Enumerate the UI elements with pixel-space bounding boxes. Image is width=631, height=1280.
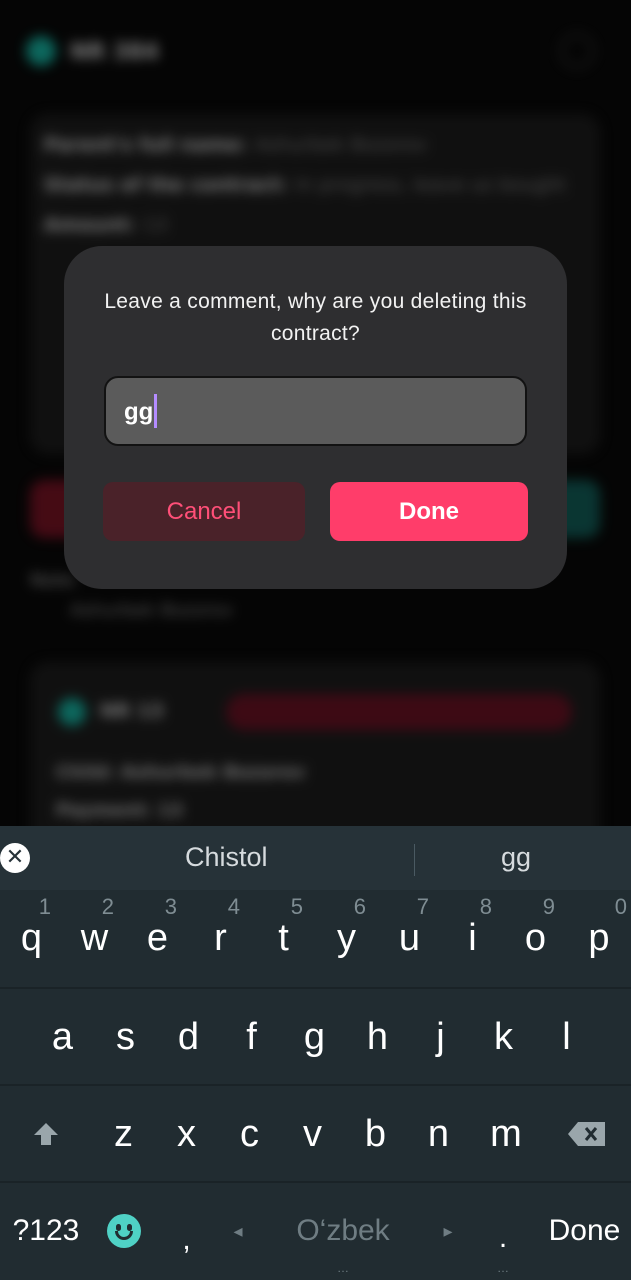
text-caret	[154, 394, 158, 428]
emoji-icon	[106, 1214, 141, 1248]
symbols-key[interactable]: ?123	[0, 1183, 92, 1279]
menu-icon	[560, 34, 594, 68]
soft-keyboard: ✕ Chistol gg 1q 2w 3e 4r 5t 6y 7u 8i 9o …	[0, 826, 631, 1280]
key-row-4: ?123 , ◂ O‘zbek ▸ … .… Done	[0, 1181, 631, 1280]
key[interactable]: n	[407, 1086, 470, 1182]
app-title: NR 384	[70, 40, 159, 65]
key[interactable]: 8i	[441, 890, 504, 986]
key[interactable]: g	[283, 989, 346, 1085]
key[interactable]: b	[344, 1086, 407, 1182]
note-value: Ashurbek Bozorov	[70, 600, 234, 621]
done-button[interactable]: Done	[330, 482, 528, 541]
period-key[interactable]: .…	[468, 1183, 538, 1279]
contract-avatar	[58, 698, 86, 726]
suggestion-item[interactable]: gg	[501, 842, 531, 873]
key[interactable]: 7u	[378, 890, 441, 986]
comma-key[interactable]: ,	[155, 1183, 218, 1279]
backspace-icon	[567, 1122, 605, 1146]
key[interactable]: l	[535, 989, 598, 1085]
key[interactable]: 9o	[504, 890, 567, 986]
done-key[interactable]: Done	[538, 1183, 631, 1279]
status-badge	[226, 694, 572, 730]
key[interactable]: 2w	[63, 890, 126, 986]
key[interactable]: 6y	[315, 890, 378, 986]
close-circle-icon[interactable]: ✕	[0, 843, 30, 873]
key[interactable]: c	[218, 1086, 281, 1182]
card-line: Status of the contract: In progress, leav…	[44, 174, 566, 196]
key[interactable]: z	[92, 1086, 155, 1182]
space-key[interactable]: ◂ O‘zbek ▸ …	[218, 1183, 468, 1279]
key-area: 1q 2w 3e 4r 5t 6y 7u 8i 9o 0p a s d f g …	[0, 890, 631, 1280]
suggestion-divider	[414, 844, 415, 876]
arrow-right-icon: ▸	[443, 1220, 453, 1241]
key-row-3: z x c v b n m	[0, 1084, 631, 1180]
cancel-button[interactable]: Cancel	[103, 482, 305, 541]
suggestion-item[interactable]: Chistol	[185, 842, 268, 873]
card-line: Amount: 13	[44, 214, 168, 236]
key[interactable]: s	[94, 989, 157, 1085]
emoji-key[interactable]	[92, 1183, 155, 1279]
suggestion-bar: ✕ Chistol gg	[0, 826, 631, 890]
key[interactable]: f	[220, 989, 283, 1085]
key[interactable]: 0p	[567, 890, 631, 986]
dots-indicator: …	[337, 1261, 349, 1275]
shift-icon	[34, 1123, 58, 1145]
key[interactable]: 3e	[126, 890, 189, 986]
card-line: Payment: 13	[56, 800, 183, 821]
key[interactable]: x	[155, 1086, 218, 1182]
delete-comment-dialog: Leave a comment, why are you deleting th…	[64, 246, 567, 589]
key[interactable]: m	[470, 1086, 542, 1182]
key[interactable]: 1q	[0, 890, 63, 986]
dialog-title: Leave a comment, why are you deleting th…	[104, 290, 527, 345]
key-row-1: 1q 2w 3e 4r 5t 6y 7u 8i 9o 0p	[0, 890, 631, 986]
key[interactable]: a	[31, 989, 94, 1085]
arrow-left-icon: ◂	[233, 1220, 243, 1241]
key[interactable]: k	[472, 989, 535, 1085]
app-logo	[26, 36, 56, 66]
shift-key[interactable]	[0, 1086, 92, 1182]
contract-title: NR 13	[100, 700, 164, 722]
key[interactable]: h	[346, 989, 409, 1085]
key[interactable]: 5t	[252, 890, 315, 986]
key[interactable]: j	[409, 989, 472, 1085]
comment-input-value[interactable]: gg	[124, 394, 158, 430]
card-line: Child: Ashurbek Bozorov	[56, 762, 306, 783]
card-line: Parent's full name: Ashurbek Bozorov	[44, 134, 428, 156]
key[interactable]: v	[281, 1086, 344, 1182]
comment-input[interactable]: gg	[104, 376, 527, 446]
key[interactable]: d	[157, 989, 220, 1085]
backspace-key[interactable]	[542, 1086, 631, 1182]
dots-indicator: …	[497, 1261, 509, 1275]
key-row-2: a s d f g h j k l	[0, 987, 631, 1083]
key[interactable]: 4r	[189, 890, 252, 986]
